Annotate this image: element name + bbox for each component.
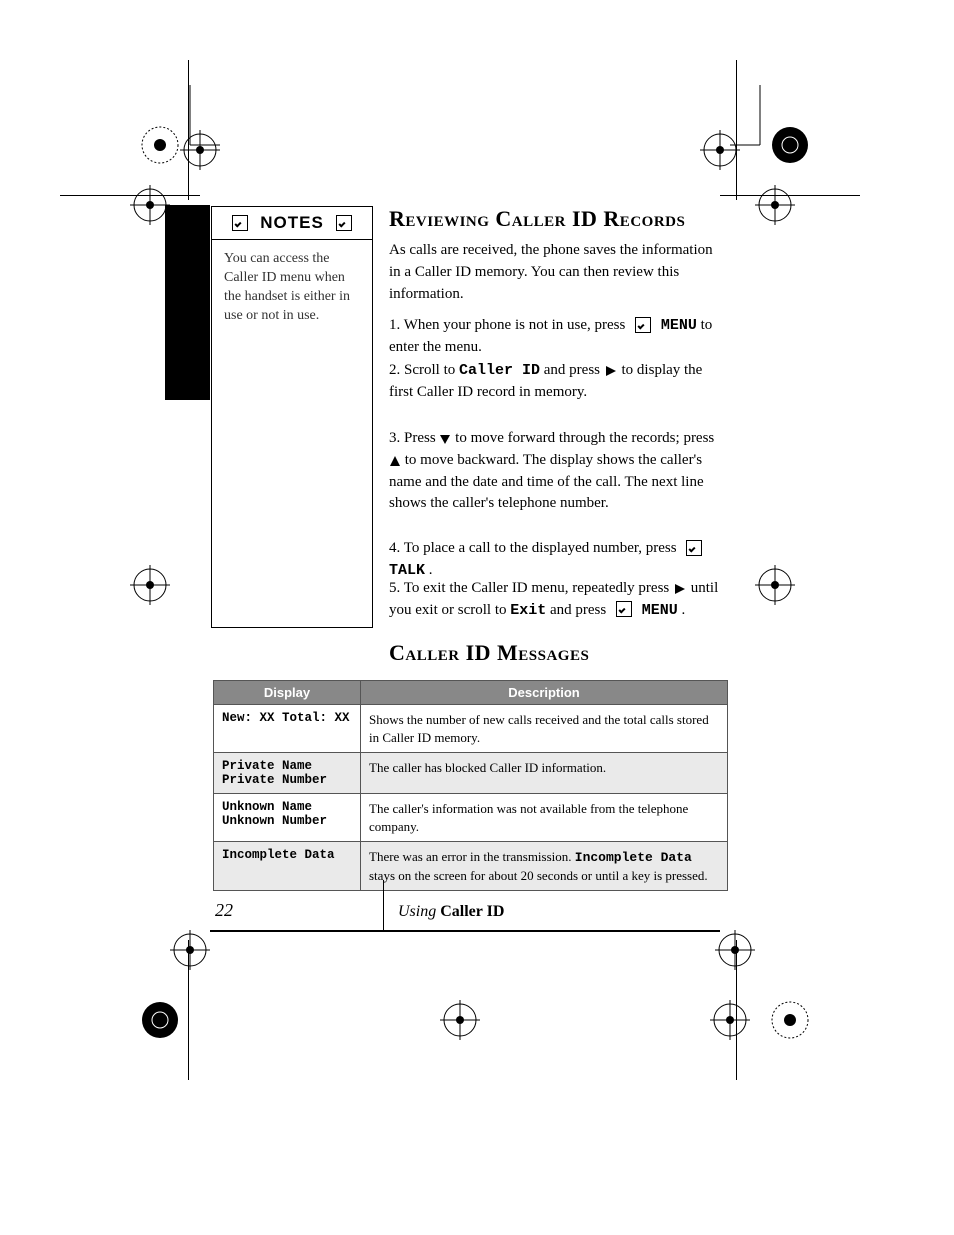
callerid-messages-table: Display Description New: XX Total: XX Sh… <box>213 680 728 891</box>
crop-mark-icon <box>430 990 490 1050</box>
table-row: New: XX Total: XX Shows the number of ne… <box>214 705 728 753</box>
check-icon <box>686 540 702 556</box>
notes-box: NOTES You can access the Caller ID menu … <box>211 206 373 628</box>
notes-heading-text: NOTES <box>260 213 324 232</box>
page-number: 22 <box>215 900 233 921</box>
table-row: Private Name Private Number The caller h… <box>214 753 728 794</box>
vertical-crop-line <box>188 60 189 200</box>
nav-down-icon <box>439 433 451 445</box>
menu-callerid-label: Caller ID <box>459 362 540 379</box>
cell-description: The caller's information was not availab… <box>361 794 728 842</box>
notes-heading: NOTES <box>212 207 372 240</box>
review-step-3: 3. Press to move forward through the rec… <box>389 428 719 515</box>
heading-messages: Caller ID Messages <box>389 640 589 666</box>
nav-up-icon <box>389 455 401 467</box>
footer-divider <box>383 880 384 930</box>
vertical-crop-line <box>736 60 737 200</box>
check-icon <box>336 215 352 231</box>
talk-label: TALK <box>389 562 425 579</box>
check-icon <box>635 317 651 333</box>
notes-body: You can access the Caller ID menu when t… <box>212 240 372 336</box>
footer-rule <box>210 930 720 932</box>
heading-reviewing: Reviewing Caller ID Records <box>389 206 685 232</box>
check-icon <box>616 601 632 617</box>
cell-description: There was an error in the transmission. … <box>361 842 728 891</box>
menu-exit-label: Exit <box>510 602 546 619</box>
crop-mark-icon <box>690 120 750 180</box>
table-header-description: Description <box>361 681 728 705</box>
table-header-display: Display <box>214 681 361 705</box>
vertical-crop-line <box>736 940 737 1080</box>
nav-right-icon <box>604 365 618 377</box>
cell-display: Private Name Private Number <box>214 753 361 794</box>
review-step-2: 2. Scroll to Caller ID and press to disp… <box>389 360 719 404</box>
footer-text: Using Caller ID <box>398 903 504 921</box>
menu-label: MENU <box>642 602 678 619</box>
review-step-1: 1. When your phone is not in use, press … <box>389 315 719 359</box>
crop-mark-icon <box>170 120 230 180</box>
horizontal-crop-line <box>60 195 200 196</box>
review-step-4: 4. To place a call to the displayed numb… <box>389 538 719 582</box>
crop-mark-icon <box>120 555 180 615</box>
review-step-5: 5. To exit the Caller ID menu, repeatedl… <box>389 578 719 622</box>
cell-mono: Incomplete Data <box>575 850 692 865</box>
section-tab <box>165 205 210 400</box>
review-paragraph: As calls are received, the phone saves t… <box>389 240 719 305</box>
cell-display: Unknown Name Unknown Number <box>214 794 361 842</box>
table-row: Unknown Name Unknown Number The caller's… <box>214 794 728 842</box>
cell-display: New: XX Total: XX <box>214 705 361 753</box>
crop-mark-icon <box>745 175 805 235</box>
crop-mark-icon <box>745 555 805 615</box>
cell-description: The caller has blocked Caller ID informa… <box>361 753 728 794</box>
check-icon <box>232 215 248 231</box>
table-row: Incomplete Data There was an error in th… <box>214 842 728 891</box>
horizontal-crop-line <box>720 195 860 196</box>
vertical-crop-line <box>188 940 189 1080</box>
crop-mark-icon <box>750 980 830 1060</box>
cell-display: Incomplete Data <box>214 842 361 891</box>
menu-label: MENU <box>661 317 697 334</box>
crop-mark-icon <box>160 920 220 980</box>
crop-mark-icon <box>705 920 765 980</box>
nav-right-icon <box>673 583 687 595</box>
cell-description: Shows the number of new calls received a… <box>361 705 728 753</box>
